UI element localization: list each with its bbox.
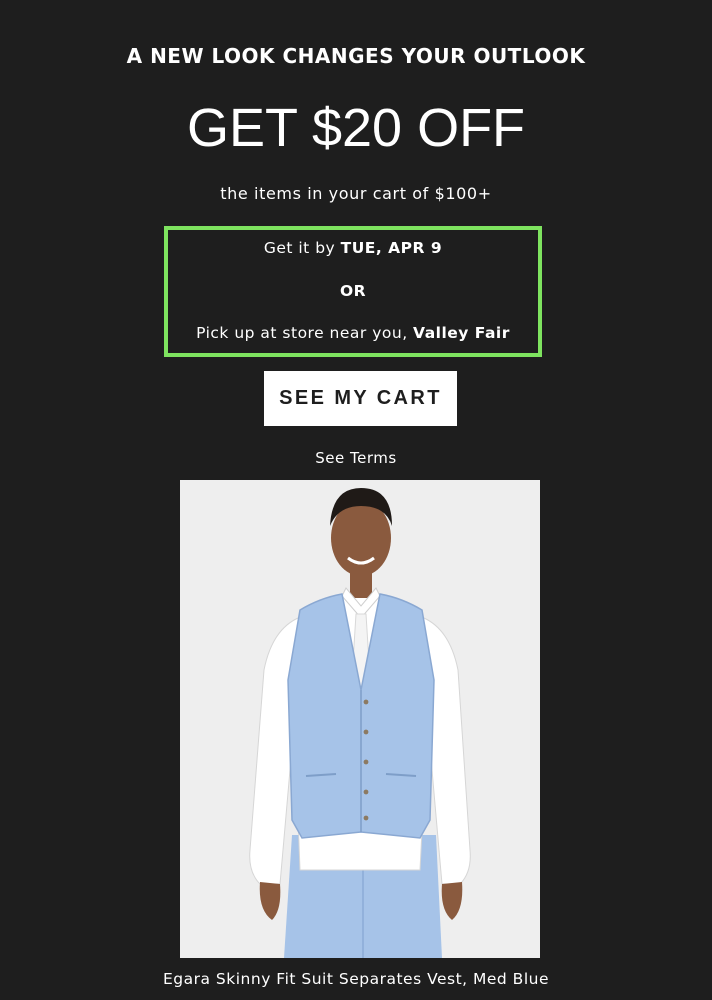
product-photo-illustration	[180, 480, 540, 958]
delivery-date-line: Get it by TUE, APR 9	[168, 239, 538, 257]
delivery-date-value: TUE, APR 9	[340, 239, 443, 257]
promo-headline: GET $20 OFF	[186, 98, 526, 158]
email-page: A NEW LOOK CHANGES YOUR OUTLOOK GET $20 …	[0, 0, 712, 1000]
delivery-info-box: Get it by TUE, APR 9 OR Pick up at store…	[164, 226, 542, 357]
store-name: Valley Fair	[413, 324, 510, 342]
store-pickup-line: Pick up at store near you, Valley Fair	[168, 324, 538, 342]
store-pickup-prefix: Pick up at store near you,	[196, 324, 414, 342]
see-terms-link[interactable]: See Terms	[315, 449, 396, 467]
product-name[interactable]: Egara Skinny Fit Suit Separates Vest, Me…	[0, 970, 712, 988]
delivery-or-label: OR	[339, 282, 367, 300]
promo-tagline: A NEW LOOK CHANGES YOUR OUTLOOK	[126, 44, 586, 68]
delivery-date-prefix: Get it by	[263, 239, 341, 257]
terms-line: See Terms	[0, 449, 712, 467]
see-my-cart-button[interactable]: SEE MY CART	[264, 371, 457, 426]
promo-subline: the items in your cart of $100+	[220, 184, 492, 203]
product-photo[interactable]	[180, 480, 540, 958]
